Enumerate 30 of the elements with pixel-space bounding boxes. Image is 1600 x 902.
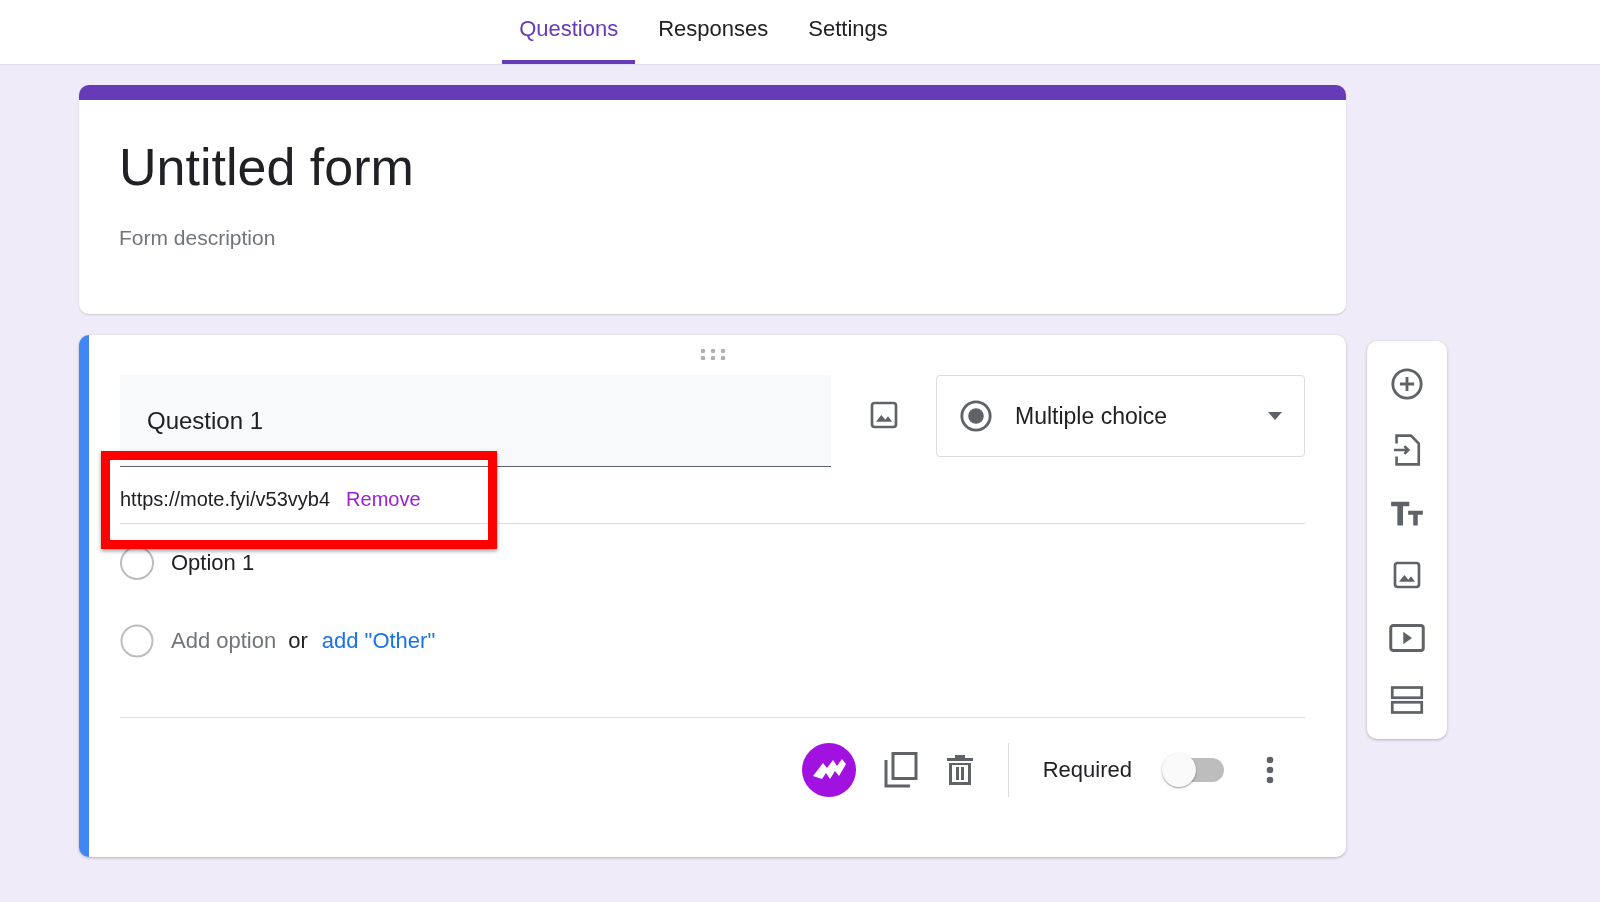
question-type-label: Multiple choice [1015,402,1169,430]
required-label: Required [1042,757,1132,783]
drag-handle-icon[interactable] [699,348,726,360]
add-option-field[interactable]: Add option [171,628,277,654]
form-title[interactable]: Untitled form [119,136,1306,199]
dropdown-caret-icon [1268,412,1282,420]
question-type-dropdown[interactable]: Multiple choice [936,375,1305,457]
import-file-icon[interactable] [1392,433,1422,467]
option-label[interactable]: Option 1 [171,550,255,576]
radio-button-icon [959,399,993,433]
remove-link[interactable]: Remove [346,487,421,511]
tab[interactable]: Settings [791,16,905,64]
section-icon[interactable] [1390,685,1424,715]
tab[interactable]: Questions [502,16,636,64]
text-size-icon[interactable] [1390,499,1424,527]
empty-circle-icon [120,624,154,658]
tab[interactable]: Responses [641,16,786,64]
image-icon[interactable] [1391,559,1423,591]
trash-icon[interactable] [945,754,974,786]
duplicate-icon[interactable] [883,752,918,788]
or-text: or [288,628,308,654]
image-icon[interactable] [868,399,900,431]
more-options-icon[interactable] [1266,756,1274,784]
question-title-field[interactable]: Question 1 [120,375,831,467]
add-circle-icon[interactable] [1390,367,1424,401]
add-other-link[interactable]: add "Other" [321,628,436,654]
radio-button[interactable] [120,546,154,580]
video-icon[interactable] [1388,623,1426,653]
addon-logo-icon[interactable] [801,743,856,797]
link-url: https://mote.fyi/v53vyb4 [120,487,331,511]
